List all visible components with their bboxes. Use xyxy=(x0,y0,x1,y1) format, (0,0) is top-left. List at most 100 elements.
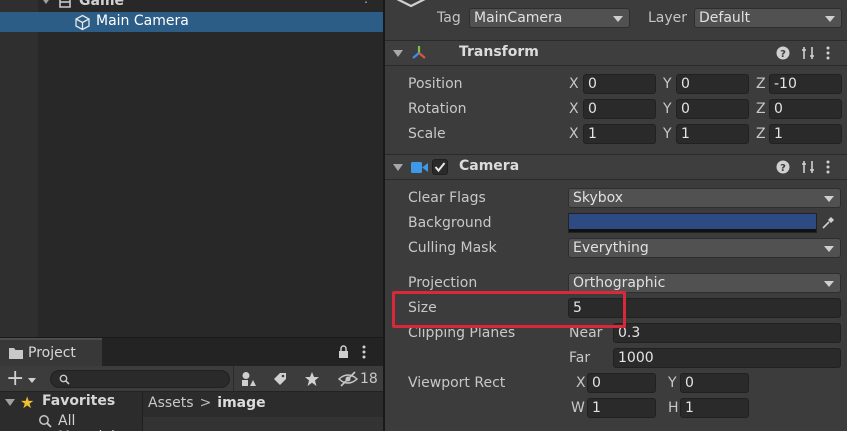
scale-y-field[interactable]: 1 xyxy=(676,124,749,144)
rotation-x-field[interactable]: 0 xyxy=(583,99,656,119)
culling-mask-label: Culling Mask xyxy=(408,240,497,256)
hidden-count-label: 18 xyxy=(360,371,378,387)
project-search[interactable] xyxy=(50,370,230,388)
hierarchy-item-label: Game xyxy=(79,0,125,9)
search-by-label-button[interactable] xyxy=(266,368,294,390)
plus-icon: + xyxy=(6,366,25,391)
tree-item-all-materials[interactable]: All Materials xyxy=(0,412,143,431)
transform-axes-icon xyxy=(412,46,426,59)
culling-mask-dropdown[interactable]: Everything xyxy=(568,238,841,258)
axis-x-label[interactable]: X xyxy=(569,76,579,92)
viewport-y-field[interactable]: 0 xyxy=(680,373,749,393)
search-icon xyxy=(59,374,70,385)
expand-arrow-icon[interactable] xyxy=(41,0,51,4)
inspector-panel: Tag MainCamera Layer Default Transform ?… xyxy=(385,0,847,431)
layer-dropdown[interactable]: Default xyxy=(694,8,842,28)
scale-label: Scale xyxy=(408,126,446,142)
hierarchy-gutter xyxy=(0,0,38,337)
position-label: Position xyxy=(408,76,463,92)
scale-z-field[interactable]: 1 xyxy=(769,124,842,144)
camera-component-header[interactable]: Camera ? xyxy=(385,154,847,180)
lock-icon[interactable] xyxy=(338,345,349,358)
create-asset-button[interactable]: + xyxy=(4,366,40,391)
more-options-icon[interactable] xyxy=(826,160,830,174)
tab-project[interactable]: Project xyxy=(0,338,102,366)
viewport-x-field[interactable]: 0 xyxy=(587,373,656,393)
presets-icon[interactable] xyxy=(801,160,815,174)
projection-label: Projection xyxy=(408,275,478,291)
axis-y-label[interactable]: Y xyxy=(663,76,672,92)
more-options-icon[interactable]: ⋮ xyxy=(360,0,372,4)
fold-arrow-icon[interactable] xyxy=(393,164,403,171)
axis-y-label[interactable]: Y xyxy=(663,101,672,117)
unity-scene-icon xyxy=(59,0,71,8)
layer-label: Layer xyxy=(648,10,688,26)
favorites-filter-button[interactable] xyxy=(298,368,326,390)
scale-x-field[interactable]: 1 xyxy=(583,124,656,144)
axis-y-label[interactable]: Y xyxy=(663,126,672,142)
axis-z-label[interactable]: Z xyxy=(756,101,766,117)
project-folder-tree: ★ Favorites All Materials xyxy=(0,392,143,431)
more-options-icon[interactable] xyxy=(362,345,366,359)
rotation-y-field[interactable]: 0 xyxy=(676,99,749,119)
size-highlight-box xyxy=(392,291,626,328)
position-x-field[interactable]: 0 xyxy=(583,74,656,94)
transform-component-header[interactable]: Transform ? xyxy=(385,40,847,66)
expand-arrow-icon[interactable] xyxy=(5,399,15,406)
viewport-w-field[interactable]: 1 xyxy=(587,398,656,418)
rotation-z-field[interactable]: 0 xyxy=(769,99,842,119)
axis-z-label[interactable]: Z xyxy=(756,126,766,142)
gameobject-header: Tag MainCamera Layer Default xyxy=(385,0,847,40)
viewport-h-label[interactable]: H xyxy=(668,400,679,416)
hidden-packages-toggle[interactable]: 18 xyxy=(338,368,378,390)
tag-dropdown[interactable]: MainCamera xyxy=(469,8,630,28)
projection-dropdown[interactable]: Orthographic xyxy=(568,273,841,293)
breadcrumb-separator-icon: > xyxy=(199,395,212,411)
breadcrumb: Assets > image xyxy=(148,395,266,411)
color-picker-button[interactable] xyxy=(818,213,838,233)
viewport-w-label[interactable]: W xyxy=(571,400,585,416)
breadcrumb-assets[interactable]: Assets xyxy=(148,395,194,411)
project-toolbar: + 18 xyxy=(0,366,383,392)
near-field[interactable]: 0.3 xyxy=(613,323,841,343)
tree-item-label: Favorites xyxy=(42,393,116,409)
star-icon xyxy=(305,372,319,386)
search-input[interactable] xyxy=(73,371,223,387)
presets-icon[interactable] xyxy=(801,46,815,60)
gameobject-cube-icon xyxy=(396,0,426,8)
svg-text:?: ? xyxy=(780,49,786,60)
help-icon[interactable]: ? xyxy=(776,160,790,174)
axis-x-label[interactable]: X xyxy=(569,126,579,142)
component-title: Camera xyxy=(459,158,520,174)
help-icon[interactable]: ? xyxy=(776,46,790,60)
clear-flags-label: Clear Flags xyxy=(408,190,486,206)
chevron-down-icon xyxy=(28,377,37,383)
search-by-type-button[interactable] xyxy=(235,368,263,390)
far-field[interactable]: 1000 xyxy=(613,348,841,368)
project-tabbar: Project xyxy=(0,338,383,366)
viewport-h-field[interactable]: 1 xyxy=(680,398,749,418)
camera-enabled-checkbox[interactable] xyxy=(432,159,448,175)
axis-x-label[interactable]: X xyxy=(569,101,579,117)
tree-item-label: All Materials xyxy=(58,413,122,431)
svg-text:?: ? xyxy=(780,163,786,174)
shapes-filter-icon xyxy=(242,372,256,386)
viewport-x-label[interactable]: X xyxy=(576,375,586,391)
fold-arrow-icon[interactable] xyxy=(393,50,403,57)
viewport-y-label[interactable]: Y xyxy=(668,375,677,391)
position-z-field[interactable]: -10 xyxy=(769,74,842,94)
breadcrumb-image[interactable]: image xyxy=(217,395,265,411)
far-label[interactable]: Far xyxy=(569,350,590,366)
more-options-icon[interactable] xyxy=(826,46,830,60)
clear-flags-dropdown[interactable]: Skybox xyxy=(568,188,841,208)
axis-z-label[interactable]: Z xyxy=(756,76,766,92)
alpha-bar xyxy=(569,229,816,232)
project-assets-pane: Assets > image xyxy=(143,392,383,431)
gameobject-cube-icon xyxy=(75,14,90,31)
tag-label: Tag xyxy=(437,10,461,26)
eyedropper-icon xyxy=(822,217,834,229)
tree-item-favorites[interactable]: ★ Favorites xyxy=(0,392,143,412)
background-color-field[interactable] xyxy=(568,213,817,233)
position-y-field[interactable]: 0 xyxy=(676,74,749,94)
hierarchy-item-main-camera[interactable]: Main Camera xyxy=(0,12,383,32)
